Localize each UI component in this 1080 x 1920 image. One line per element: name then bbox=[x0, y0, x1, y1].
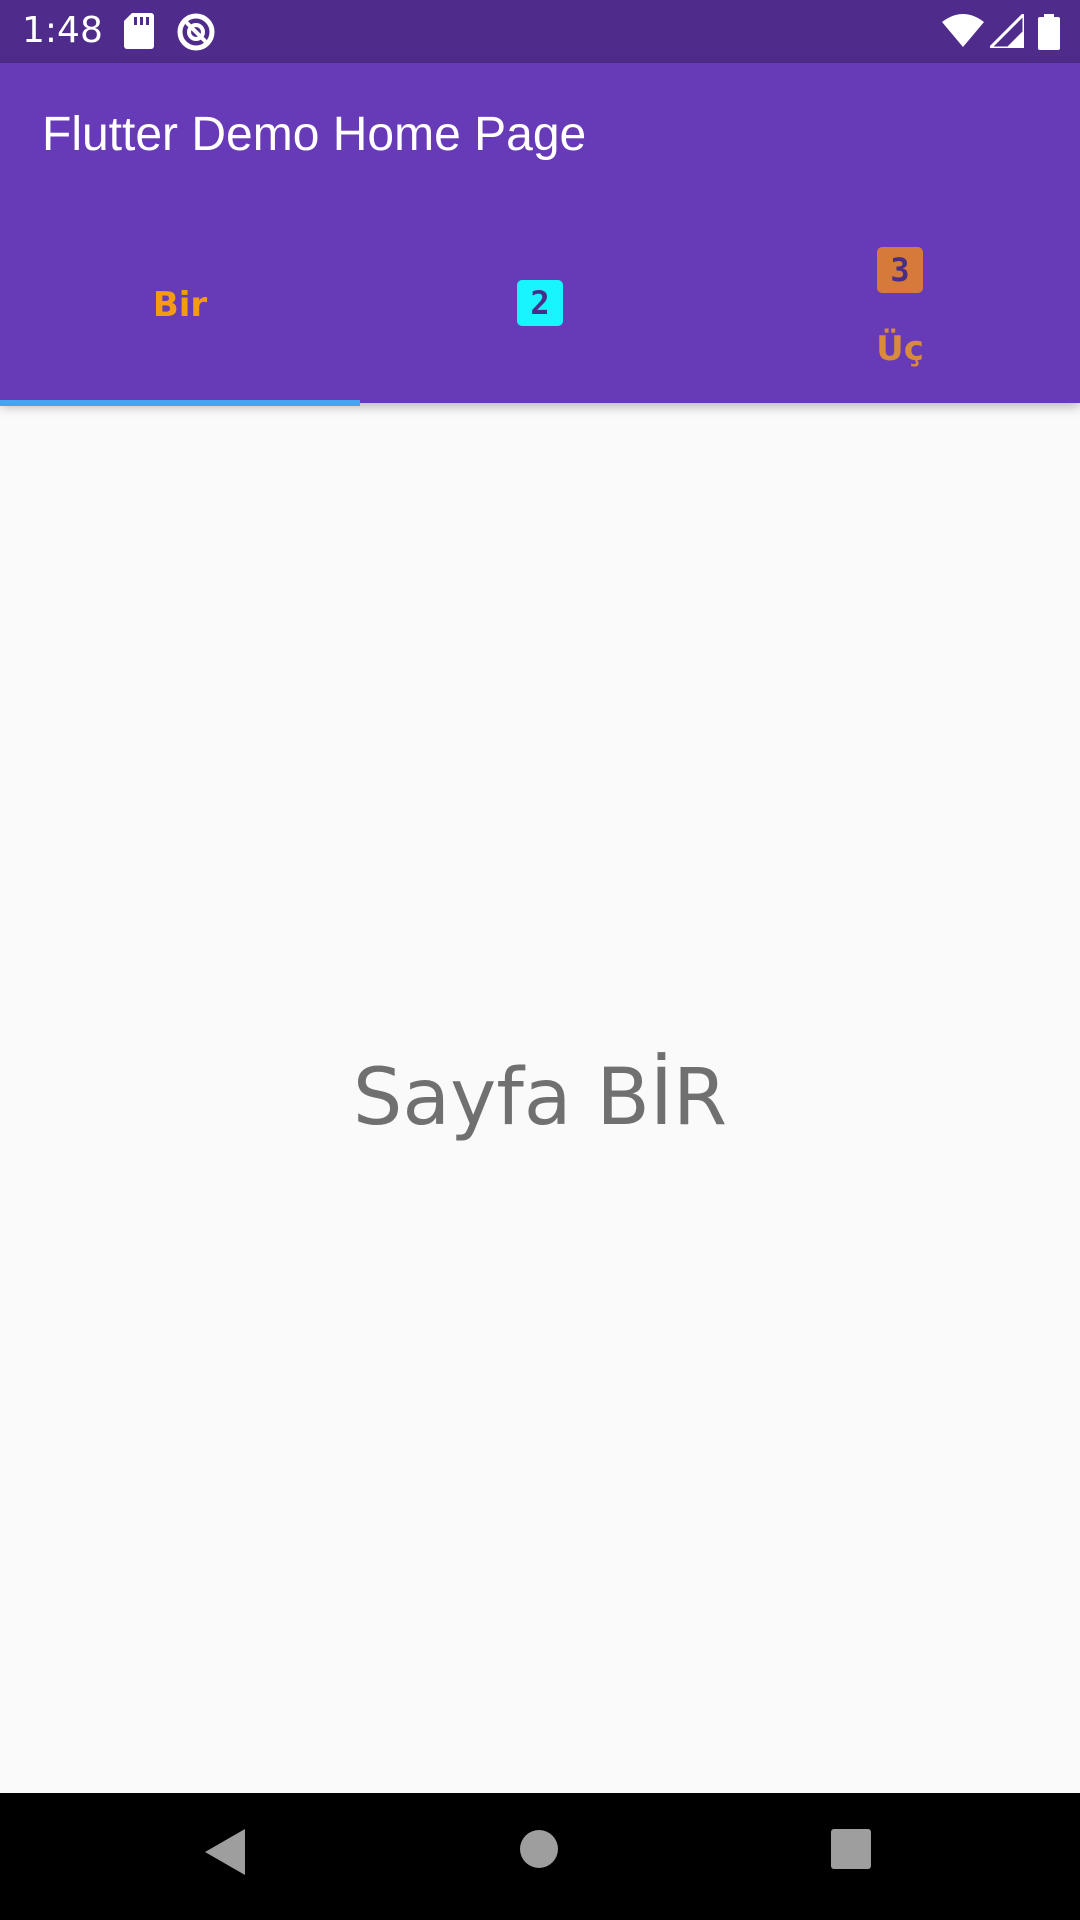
page-text: Sayfa BİR bbox=[352, 1053, 728, 1143]
status-time: 1:48 bbox=[22, 10, 103, 51]
wifi-icon bbox=[942, 14, 984, 53]
tab-page-content: Sayfa BİR bbox=[0, 403, 1080, 1793]
sd-card-icon bbox=[124, 12, 154, 55]
screen: 1:48 Flutter Demo Home Page Bir 2 3 Üç S… bbox=[0, 0, 1080, 1920]
battery-icon bbox=[1038, 14, 1060, 55]
data-saver-icon bbox=[176, 12, 216, 57]
tab-bir[interactable]: Bir bbox=[0, 223, 360, 403]
number-2-icon: 2 bbox=[517, 280, 563, 326]
signal-icon bbox=[986, 10, 1026, 53]
number-3-icon: 3 bbox=[877, 247, 923, 293]
tab-label: Bir bbox=[152, 285, 208, 325]
app-title: Flutter Demo Home Page bbox=[42, 108, 587, 161]
app-bar: Flutter Demo Home Page Bir 2 3 Üç bbox=[0, 63, 1080, 406]
tab-bar: Bir 2 3 Üç bbox=[0, 223, 1080, 403]
status-bar: 1:48 bbox=[0, 0, 1080, 63]
tab-indicator bbox=[0, 400, 360, 406]
tab-2[interactable]: 2 bbox=[360, 223, 720, 403]
recent-apps-icon[interactable] bbox=[831, 1829, 871, 1874]
navigation-bar bbox=[0, 1793, 1080, 1920]
tab-uc[interactable]: 3 Üç bbox=[720, 223, 1080, 403]
tab-label: Üç bbox=[876, 329, 924, 369]
home-icon[interactable] bbox=[519, 1829, 559, 1874]
back-icon[interactable] bbox=[205, 1829, 245, 1880]
